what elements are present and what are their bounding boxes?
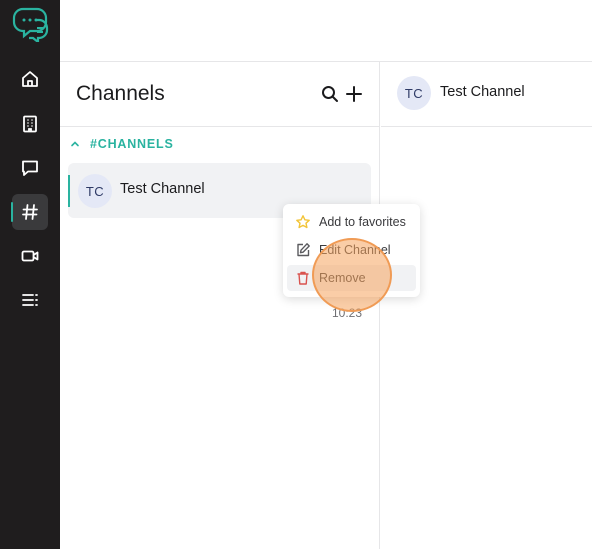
building-icon: [23, 115, 37, 133]
list-icon: [22, 294, 38, 306]
trash-icon: [297, 271, 309, 285]
message-icon: [22, 160, 38, 176]
sidebar-item-buildings[interactable]: [12, 106, 48, 142]
channels-section-toggle[interactable]: #CHANNELS: [70, 137, 174, 151]
chevron-up-icon: [71, 141, 79, 147]
chat-title: Test Channel: [440, 84, 525, 100]
channels-panel: Channels #CHANNELS TC Test Channel 10:23: [60, 62, 380, 549]
context-menu: Add to favorites Edit Channel Remove: [283, 204, 420, 297]
sidebar-item-video[interactable]: [12, 238, 48, 274]
top-bar: [60, 0, 592, 62]
plus-icon[interactable]: [344, 84, 364, 104]
sidebar-item-list[interactable]: [12, 282, 48, 318]
star-icon: [296, 215, 310, 229]
search-icon[interactable]: [320, 84, 340, 104]
sidebar: [0, 0, 60, 549]
menu-item-edit-channel[interactable]: Edit Channel: [287, 237, 416, 263]
edit-icon: [297, 243, 310, 257]
menu-item-add-to-favorites[interactable]: Add to favorites: [287, 209, 416, 235]
menu-item-label: Add to favorites: [319, 215, 406, 229]
video-icon: [21, 250, 39, 262]
sidebar-item-home[interactable]: [12, 61, 48, 97]
section-label: #CHANNELS: [90, 137, 174, 151]
sidebar-item-channels[interactable]: [11, 194, 48, 230]
page-title: Channels: [76, 82, 165, 105]
chat-bubbles-logo[interactable]: [10, 6, 50, 45]
menu-item-remove[interactable]: Remove: [287, 265, 416, 291]
avatar: TC: [397, 76, 431, 110]
sidebar-item-messages[interactable]: [12, 150, 48, 186]
hash-icon: [22, 204, 38, 220]
home-icon: [22, 71, 38, 87]
avatar: TC: [78, 174, 112, 208]
menu-item-label: Edit Channel: [319, 243, 391, 257]
channel-name: Test Channel: [120, 181, 205, 197]
menu-item-label: Remove: [319, 271, 366, 285]
timestamp: 10:23: [332, 306, 363, 320]
chat-header: TC Test Channel: [381, 62, 592, 127]
channels-panel-header: Channels: [60, 62, 379, 127]
app-window: Channels #CHANNELS TC Test Channel 10:23…: [0, 0, 592, 549]
